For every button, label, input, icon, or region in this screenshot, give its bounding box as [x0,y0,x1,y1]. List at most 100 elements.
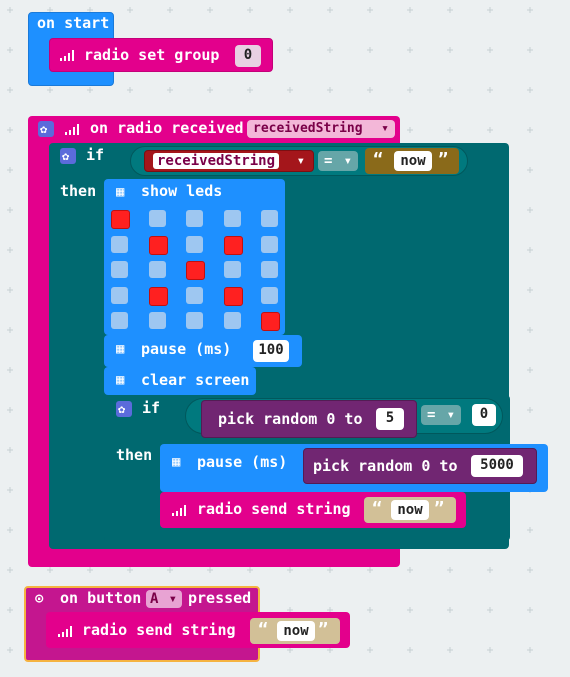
led-cell[interactable] [186,210,203,227]
led-cell[interactable] [148,312,166,329]
led-cell[interactable] [111,235,128,253]
grid-cross [7,647,13,653]
grid-cross [487,47,493,53]
grid-cross [447,607,453,613]
grid-cross [447,127,453,133]
grid-cross [287,7,293,13]
grid-cross [7,447,13,453]
grid-cross [367,607,373,613]
grid-cross [367,647,373,653]
button-text: A [150,591,159,607]
led-cell[interactable] [186,286,203,304]
send-value-field[interactable]: now [391,500,429,520]
signal-icon [58,625,74,637]
grid-cross [407,87,413,93]
led-cell[interactable] [148,210,166,227]
grid-cross [247,87,253,93]
grid-icon: ▦ [116,341,125,357]
button-dropdown[interactable]: A ▾ [146,590,182,608]
grid-cross [7,247,13,253]
signal-icon [172,504,188,516]
inner-pause-label: pause (ms) [197,453,288,471]
pressed-label: pressed [188,589,252,607]
grid-cross [7,567,13,573]
pick-random-label: pick random 0 to [218,410,363,428]
grid-cross [127,87,133,93]
grid-cross [7,47,13,53]
grid-cross [527,207,533,213]
pause-random-value-field[interactable]: 5000 [471,455,523,477]
grid-cross [327,87,333,93]
signal-icon [65,123,81,135]
led-cell[interactable] [223,235,243,255]
led-cell[interactable] [261,286,278,304]
chevron-down-icon: ▾ [296,153,305,169]
led-cell[interactable] [111,286,128,304]
grid-cross [407,567,413,573]
grid-icon: ▦ [116,184,125,200]
grid-cross [527,567,533,573]
grid-cross [487,127,493,133]
radio-set-group-label: radio set group [84,46,220,64]
grid-cross [7,327,13,333]
led-cell[interactable] [223,210,241,227]
received-string-variable[interactable]: receivedString ▾ [144,150,314,172]
grid-cross [527,7,533,13]
grid-cross [287,47,293,53]
led-cell[interactable] [148,286,168,306]
operator-dropdown[interactable]: = ▾ [318,151,358,171]
grid-cross [527,407,533,413]
grid-cross [367,7,373,13]
chevron-down-icon: ▾ [343,153,352,169]
grid-cross [447,7,453,13]
inner-operator-dropdown[interactable]: = ▾ [421,405,461,425]
led-cell[interactable] [111,210,130,229]
grid-cross [527,327,533,333]
grid-cross [7,127,13,133]
led-cell[interactable] [261,312,280,331]
grid-cross [207,567,213,573]
led-cell[interactable] [111,261,128,278]
grid-cross [207,87,213,93]
grid-cross [487,607,493,613]
led-cell[interactable] [261,235,278,253]
grid-cross [527,167,533,173]
radio-send-string-label: radio send string [197,500,351,518]
quote-open-icon: “ [373,150,384,170]
pause-value-field[interactable]: 100 [253,340,289,362]
group-number-field[interactable]: 0 [235,45,261,67]
grid-cross [487,7,493,13]
led-cell[interactable] [261,210,278,227]
grid-cross [287,567,293,573]
grid-cross [527,47,533,53]
received-string-param[interactable]: receivedString ▾ [247,120,395,138]
grid-cross [7,367,13,373]
gear-glyph: ✿ [62,149,70,163]
grid-cross [87,87,93,93]
led-cell[interactable] [186,235,203,253]
led-cell[interactable] [186,312,203,329]
grid-cross [447,567,453,573]
grid-cross [167,567,173,573]
led-cell[interactable] [111,312,128,329]
grid-cross [447,87,453,93]
led-cell[interactable] [148,261,166,278]
quote-close-icon: ” [438,150,449,170]
led-cell[interactable] [148,235,168,255]
then-label: then [60,182,97,200]
led-cell[interactable] [186,261,205,280]
grid-cross [47,87,53,93]
grid-icon: ▦ [172,454,181,470]
led-cell[interactable] [223,261,241,278]
pick-random-value-field[interactable]: 5 [376,408,404,430]
led-cell[interactable] [261,261,278,278]
compare-value-field[interactable]: 0 [472,404,496,426]
grid-cross [527,647,533,653]
text-value-field[interactable]: now [394,151,432,171]
grid-cross [527,287,533,293]
led-cell[interactable] [223,286,243,306]
button-send-value-field[interactable]: now [277,621,315,641]
grid-cross [87,567,93,573]
grid-cross [407,47,413,53]
led-cell[interactable] [223,312,241,329]
